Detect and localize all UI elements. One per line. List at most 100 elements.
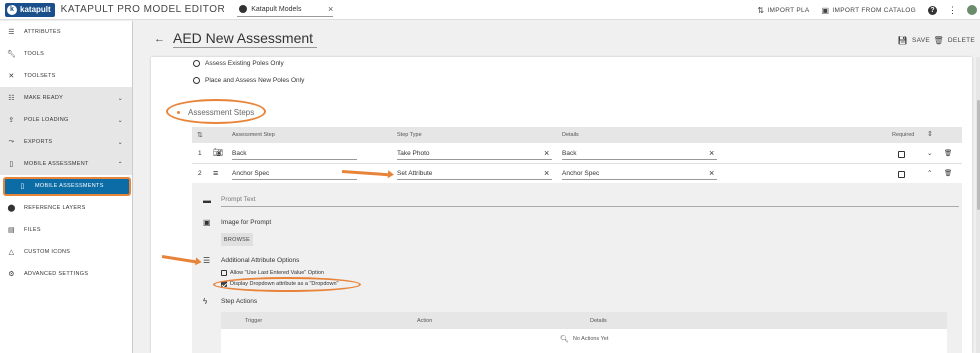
col-action: Action <box>417 318 433 324</box>
model-select-value: Katapult Models <box>251 5 302 13</box>
delete-button[interactable]: 🗑︎ DELETE <box>933 36 975 45</box>
details-select[interactable]: Anchor Spec <box>562 167 717 180</box>
sidebar-item-attributes[interactable]: ☰ ATTRIBUTES <box>0 21 132 43</box>
list-icon: ≡ <box>213 168 219 178</box>
clear-type-icon[interactable]: × <box>544 168 549 178</box>
table-row[interactable]: 2 ≡ Anchor Spec Set Attribute × Anchor S… <box>192 165 962 184</box>
trash-icon: 🗑︎ <box>933 36 944 45</box>
assessment-title-input[interactable]: AED New Assessment <box>173 30 317 48</box>
radio-assess-existing[interactable]: Assess Existing Poles Only <box>193 60 284 67</box>
row-number: 1 <box>198 150 202 157</box>
chevron-down-icon: ⌄ <box>117 139 123 146</box>
steps-table-header: ⇅ Assessment Step Step Type Details Requ… <box>192 127 962 143</box>
sidebar-item-tools[interactable]: 🔧︎ TOOLS <box>0 43 132 65</box>
col-step-type: Step Type <box>397 132 422 138</box>
browse-button[interactable]: BROWSE <box>221 233 253 246</box>
details-select[interactable]: Back <box>562 147 717 160</box>
more-menu-icon[interactable]: ⋮ <box>948 5 957 16</box>
required-checkbox[interactable] <box>898 171 905 178</box>
sidebar-item-label: FILES <box>24 227 41 233</box>
step-type-select[interactable]: Take Photo <box>397 147 552 160</box>
camera-icon: 📷︎ <box>213 148 224 157</box>
no-actions-message: 🔍︎ No Actions Yet <box>560 335 608 343</box>
model-select[interactable]: Katapult Models × <box>237 3 334 17</box>
tools-icon: ✕ <box>8 73 15 80</box>
sidebar-item-label: MOBILE ASSESSMENTS <box>35 183 104 189</box>
expand-all-icon[interactable]: ⇕ <box>927 130 933 138</box>
chevron-down-icon: ⌄ <box>117 95 123 102</box>
sidebar-item-label: TOOLSETS <box>24 73 56 79</box>
sidebar-item-mobile-assessment[interactable]: ▯ MOBILE ASSESSMENT ⌃ <box>0 153 132 175</box>
image-prompt-label: Image for Prompt <box>221 219 272 226</box>
col-action-details: Details <box>590 318 607 324</box>
list-options-icon: ☰ <box>203 256 211 265</box>
sidebar-item-toolsets[interactable]: ✕ TOOLSETS <box>0 65 132 87</box>
help-icon[interactable]: ? <box>928 5 937 15</box>
search-icon: 🔍︎ <box>560 336 569 343</box>
sidebar-item-reference-layers[interactable]: ⬤ REFERENCE LAYERS <box>0 197 132 219</box>
sidebar-item-pole-loading[interactable]: ⇪ POLE LOADING ⌄ <box>0 109 132 131</box>
import-catalog-label: IMPORT FROM CATALOG <box>832 6 916 14</box>
app-title: KATAPULT PRO MODEL EDITOR <box>60 4 226 15</box>
required-checkbox[interactable] <box>898 151 905 158</box>
radio-circle[interactable] <box>193 77 200 84</box>
trash-icon[interactable]: 🗑︎ <box>944 149 952 157</box>
avatar[interactable] <box>967 5 977 15</box>
import-pla-button[interactable]: ⇅ IMPORT PLA <box>757 6 809 15</box>
sort-icon[interactable]: ⇅ <box>197 131 203 139</box>
save-label: SAVE <box>911 37 930 44</box>
chevron-down-icon[interactable]: ⌄ <box>927 149 932 157</box>
clear-model-icon[interactable]: × <box>328 4 333 14</box>
model-gear-icon <box>239 5 248 13</box>
triangle-icon: △ <box>8 249 15 256</box>
sidebar-item-mobile-assessments[interactable]: ▯ MOBILE ASSESSMENTS <box>0 175 132 197</box>
sidebar-item-files[interactable]: ▤ FILES <box>0 219 132 241</box>
gear-icon: ⚙ <box>8 271 15 278</box>
radio-circle[interactable] <box>193 60 200 67</box>
sidebar-item-label: REFERENCE LAYERS <box>24 205 86 211</box>
back-arrow-icon[interactable]: ← <box>154 33 165 45</box>
katapult-logo[interactable]: k katapult <box>5 2 55 17</box>
import-catalog-button[interactable]: ▣ IMPORT FROM CATALOG <box>822 6 916 15</box>
actions-table-header: Trigger Action Details <box>221 312 947 329</box>
step-name-input[interactable]: Back <box>232 147 357 160</box>
col-details: Details <box>562 132 579 138</box>
row-number: 2 <box>198 170 202 177</box>
chevron-up-icon[interactable]: ⌃ <box>927 169 932 177</box>
wrench-icon: 🔧︎ <box>6 51 17 58</box>
step-name-input[interactable]: Anchor Spec <box>232 167 357 180</box>
sidebar-item-advanced-settings[interactable]: ⚙ ADVANCED SETTINGS <box>0 263 132 285</box>
delete-label: DELETE <box>947 37 975 44</box>
save-button[interactable]: 💾︎ SAVE <box>897 36 930 45</box>
pin-icon: ⬤ <box>7 205 16 212</box>
sidebar-item-label: MAKE READY <box>24 95 64 101</box>
sidebar-item-label: EXPORTS <box>24 139 53 145</box>
table-row[interactable]: 1 📷︎ Back Take Photo × Back × ⌄ 🗑︎ <box>192 145 962 164</box>
col-required: Required <box>892 132 915 138</box>
chevron-down-icon: ⌄ <box>117 117 123 124</box>
phone-icon: ▯ <box>20 183 25 190</box>
clear-type-icon[interactable]: × <box>544 148 549 158</box>
sidebar-item-make-ready[interactable]: ☷ MAKE READY ⌄ <box>0 87 132 109</box>
option-last-value[interactable]: Allow "Use Last Entered Value" Option <box>221 270 324 276</box>
image-icon: ▣ <box>203 218 211 227</box>
clear-details-icon[interactable]: × <box>709 168 714 178</box>
checkbox[interactable] <box>221 270 227 276</box>
logo-text: katapult <box>20 5 51 14</box>
sidebar-item-label: TOOLS <box>24 51 45 57</box>
sidebar-item-label: ADVANCED SETTINGS <box>24 271 89 277</box>
clear-details-icon[interactable]: × <box>709 148 714 158</box>
no-actions-label: No Actions Yet <box>572 336 609 342</box>
sidebar-item-custom-icons[interactable]: △ CUSTOM ICONS <box>0 241 132 263</box>
step-type-select[interactable]: Set Attribute <box>397 167 552 180</box>
radio-label: Assess Existing Poles Only <box>205 60 284 67</box>
catalog-icon: ▣ <box>821 5 830 15</box>
radio-place-new[interactable]: Place and Assess New Poles Only <box>193 77 304 84</box>
list-icon: ☰ <box>8 29 15 36</box>
trash-icon[interactable]: 🗑︎ <box>944 169 952 177</box>
sidebar-item-exports[interactable]: ⤳ EXPORTS ⌄ <box>0 131 132 153</box>
additional-options-label: Additional Attribute Options <box>221 257 300 264</box>
bolt-icon: ϟ <box>203 297 208 306</box>
checklist-icon: ☷ <box>8 95 15 102</box>
prompt-text-input[interactable]: Prompt Text <box>221 193 959 207</box>
